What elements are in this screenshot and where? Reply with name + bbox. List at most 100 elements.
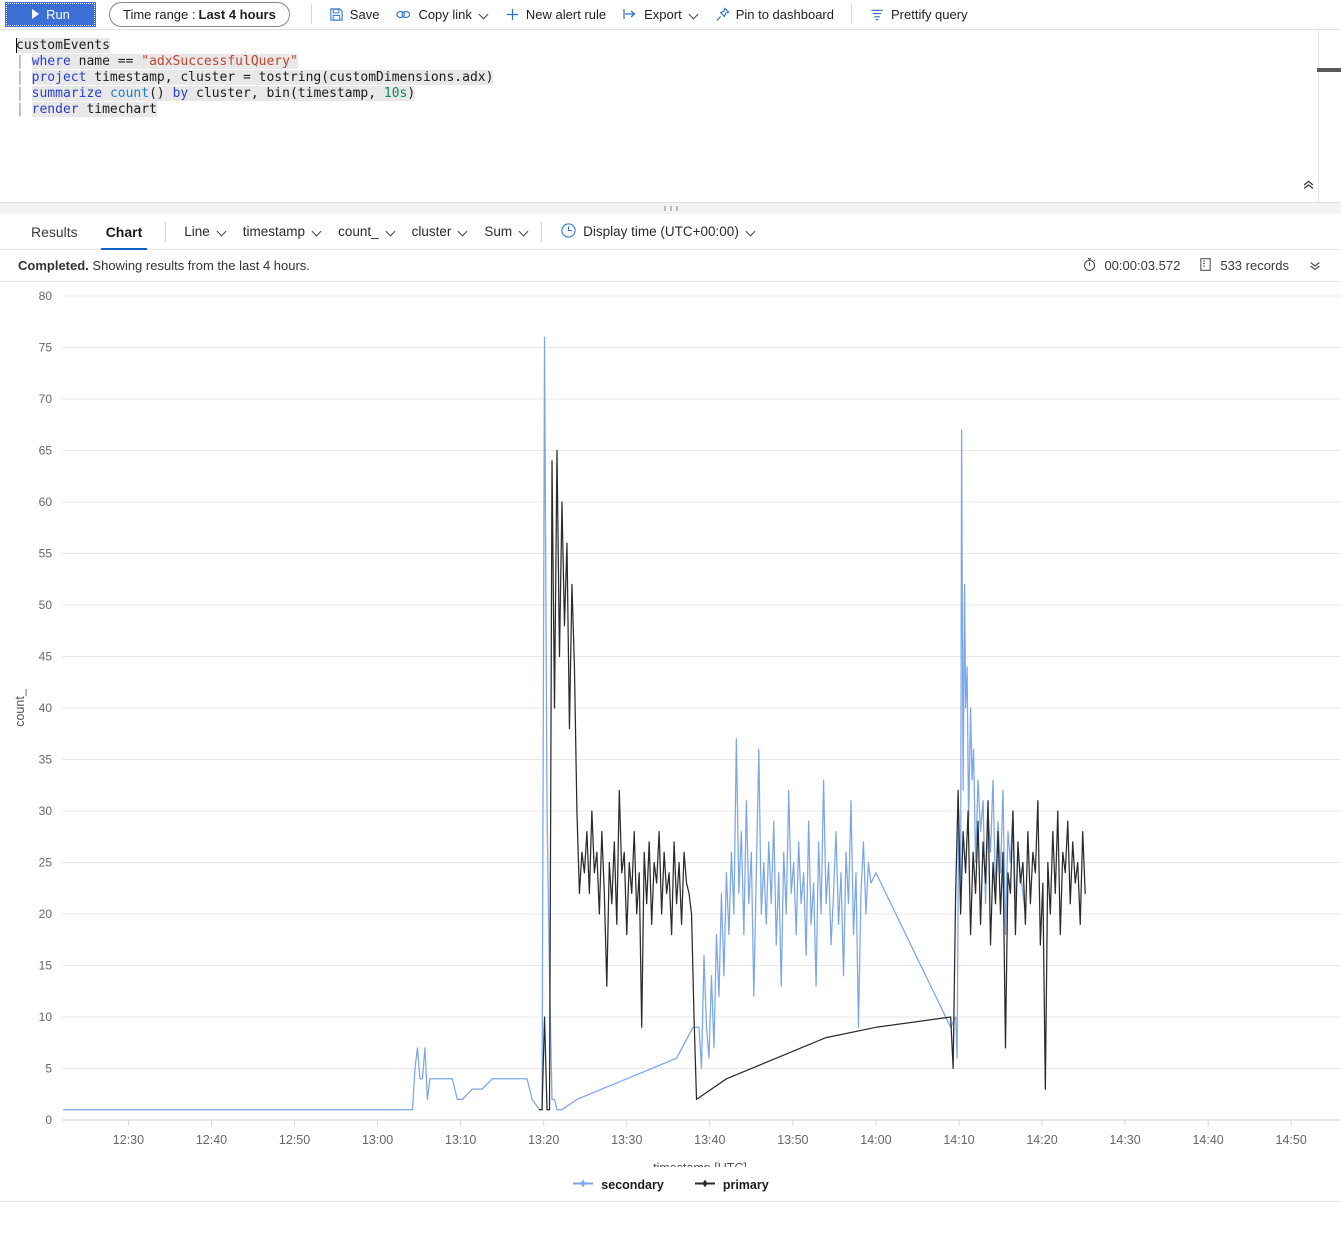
query-token: render bbox=[31, 102, 79, 117]
x-tick-label: 14:10 bbox=[943, 1133, 974, 1147]
x-tick-label: 13:50 bbox=[777, 1133, 808, 1147]
x-tick-label: 13:40 bbox=[694, 1133, 725, 1147]
pipe-token: | bbox=[16, 70, 32, 85]
x-tick-label: 13:00 bbox=[362, 1133, 393, 1147]
query-duration-value: 00:00:03.572 bbox=[1104, 258, 1181, 273]
y-tick-label: 65 bbox=[39, 444, 53, 458]
copy-link-label: Copy link bbox=[418, 6, 472, 22]
y-tick-label: 25 bbox=[39, 856, 53, 870]
query-token-group: render timechart bbox=[31, 102, 157, 117]
aggregation-dropdown-label: Sum bbox=[484, 224, 513, 239]
legend-label: primary bbox=[722, 1178, 769, 1192]
aggregation-dropdown[interactable]: Sum bbox=[476, 218, 537, 246]
chevron-down-icon bbox=[520, 227, 529, 236]
splitter-dot bbox=[663, 206, 666, 211]
query-token: timechart bbox=[78, 102, 157, 117]
pipe-token: | bbox=[16, 54, 32, 69]
pin-to-dashboard-label: Pin to dashboard bbox=[735, 6, 834, 22]
query-token: "adxSuccessfulQuery" bbox=[141, 54, 298, 69]
x-tick-label: 14:40 bbox=[1192, 1133, 1223, 1147]
chevron-down-icon bbox=[459, 227, 468, 236]
x-tick-label: 13:30 bbox=[611, 1133, 642, 1147]
display-time-dropdown[interactable]: Display time (UTC+00:00) bbox=[552, 218, 764, 246]
status-message: Completed. Showing results from the last… bbox=[18, 258, 310, 273]
legend-item-primary[interactable]: primary bbox=[694, 1178, 769, 1192]
legend-item-secondary[interactable]: secondary bbox=[572, 1178, 664, 1192]
query-token: by bbox=[172, 86, 189, 101]
x-tick-label: 12:30 bbox=[113, 1133, 144, 1147]
time-range-value: Last 4 hours bbox=[198, 6, 276, 22]
x-tick-label: 14:20 bbox=[1026, 1133, 1057, 1147]
query-line: customEvents bbox=[16, 38, 1341, 54]
export-arrow-icon bbox=[622, 7, 638, 21]
plus-icon bbox=[505, 7, 520, 22]
save-button-label: Save bbox=[349, 6, 380, 22]
query-editor-text[interactable]: customEvents | where name == "adxSuccessf… bbox=[0, 30, 1341, 118]
series-line-secondary[interactable] bbox=[63, 336, 1027, 1111]
tab-chart-label: Chart bbox=[105, 223, 143, 240]
query-token-group: where name == "adxSuccessfulQuery" bbox=[31, 54, 298, 69]
time-range-picker[interactable]: Time range : Last 4 hours bbox=[109, 1, 290, 27]
editor-scrollbar[interactable] bbox=[1317, 68, 1341, 72]
collapse-editor-button[interactable] bbox=[1295, 174, 1321, 196]
play-icon bbox=[31, 9, 40, 19]
x-axis-dropdown[interactable]: timestamp bbox=[235, 218, 330, 246]
split-by-dropdown-label: cluster bbox=[411, 224, 452, 239]
x-tick-label: 13:20 bbox=[528, 1133, 559, 1147]
export-label: Export bbox=[644, 6, 682, 22]
y-tick-label: 70 bbox=[39, 392, 53, 406]
clock-icon bbox=[560, 222, 577, 242]
y-tick-label: 30 bbox=[39, 804, 53, 818]
query-editor-panel[interactable]: customEvents | where name == "adxSuccessf… bbox=[0, 29, 1341, 203]
tab-chart[interactable]: Chart bbox=[97, 214, 152, 250]
query-token: where bbox=[31, 54, 71, 69]
editor-caret bbox=[16, 38, 17, 53]
toolbar-divider-1 bbox=[310, 4, 312, 24]
save-button[interactable]: Save bbox=[321, 1, 388, 27]
series-line-primary[interactable] bbox=[538, 449, 1086, 1111]
y-tick-label: 5 bbox=[45, 1062, 52, 1076]
chart-type-dropdown-label: Line bbox=[184, 224, 210, 239]
chevron-down-icon bbox=[218, 227, 227, 236]
x-axis-dropdown-label: timestamp bbox=[242, 224, 306, 239]
query-token: project bbox=[31, 70, 87, 85]
record-count[interactable]: 533 records bbox=[1198, 257, 1289, 275]
y-tick-label: 40 bbox=[39, 701, 53, 715]
top-toolbar: Run Time range : Last 4 hours Save Copy … bbox=[0, 0, 1341, 29]
query-token: 10s bbox=[383, 86, 408, 101]
y-axis-dropdown-label: count_ bbox=[338, 224, 379, 239]
editor-splitter[interactable] bbox=[0, 203, 1341, 214]
timechart[interactable]: 0 5 10 15 20 25 30 35 40 45 50 55 60 65 70 75 80 12:30 12:… bbox=[0, 282, 1341, 1202]
legend-label: secondary bbox=[601, 1178, 664, 1192]
legend-marker-icon bbox=[572, 1178, 594, 1192]
status-state: Completed. bbox=[18, 258, 89, 273]
chart-type-dropdown[interactable]: Line bbox=[176, 218, 235, 246]
tab-results[interactable]: Results bbox=[22, 214, 87, 250]
new-alert-rule-label: New alert rule bbox=[525, 6, 607, 22]
double-chevron-down-icon[interactable] bbox=[1307, 259, 1323, 273]
chevron-down-icon bbox=[690, 10, 699, 19]
run-button-label: Run bbox=[46, 6, 70, 22]
copy-link-button[interactable]: Copy link bbox=[387, 1, 496, 27]
display-time-label: Display time (UTC+00:00) bbox=[583, 224, 739, 239]
chevron-down-icon bbox=[747, 227, 756, 236]
prettify-query-button[interactable]: Prettify query bbox=[861, 1, 976, 27]
query-token: customEvents bbox=[16, 38, 110, 53]
query-token-group: customEvents bbox=[16, 38, 110, 53]
query-token: timestamp, cluster = tostring(customDime… bbox=[86, 70, 494, 85]
export-button[interactable]: Export bbox=[614, 1, 707, 27]
prettify-lines-icon bbox=[869, 7, 885, 22]
chart-bottom-divider bbox=[0, 1201, 1341, 1202]
new-alert-rule-button[interactable]: New alert rule bbox=[497, 1, 614, 27]
run-button[interactable]: Run bbox=[5, 1, 96, 27]
split-by-dropdown[interactable]: cluster bbox=[404, 218, 477, 246]
x-tick-label: 12:40 bbox=[196, 1133, 227, 1147]
y-axis-dropdown[interactable]: count_ bbox=[330, 218, 404, 246]
chart-canvas[interactable]: 0 5 10 15 20 25 30 35 40 45 50 55 60 65 70 75 80 12:30 12:… bbox=[0, 282, 1341, 1167]
double-chevron-up-icon bbox=[1301, 177, 1316, 194]
tabbar-divider-1 bbox=[165, 221, 167, 242]
y-tick-label: 10 bbox=[39, 1010, 53, 1024]
stopwatch-icon bbox=[1082, 257, 1097, 275]
pin-to-dashboard-button[interactable]: Pin to dashboard bbox=[707, 1, 842, 27]
pin-icon bbox=[715, 6, 730, 22]
